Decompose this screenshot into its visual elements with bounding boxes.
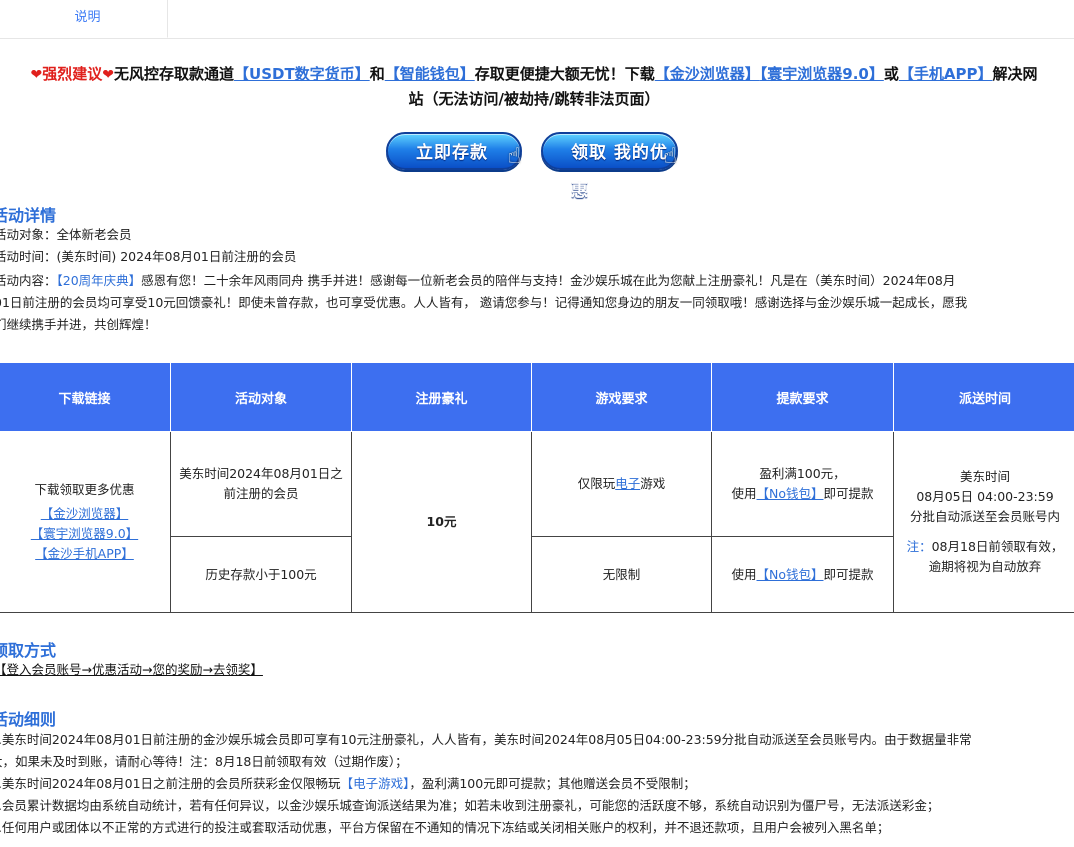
table-header: 派送时间 (893, 362, 1074, 432)
tab-description[interactable]: 说明 (8, 0, 168, 38)
delivery-text: 08月05日 04:00-23:59 (916, 489, 1054, 504)
pointer-hand-icon: ☝ (507, 144, 522, 169)
content-text: 01日前注册的会员均可享受10元回馈豪礼！即使未曾存款，也可享受优惠。人人皆有，… (0, 295, 968, 310)
notice-text: 解决网 (992, 65, 1038, 83)
pointer-hand-icon: ☝ (663, 144, 678, 169)
claim-steps-link[interactable]: 【登入会员账号→优惠活动→您的奖励→去领奖】 (0, 662, 263, 677)
content-label: 活动内容： (0, 273, 57, 288)
details-content: 活动内容：【20周年庆典】感恩有您！二十余年风雨同舟 携手并进！感谢每一位新老会… (0, 270, 1072, 336)
withdraw-text: 盈利满100元， (759, 466, 846, 481)
withdraw-text: 即可提款 (823, 566, 874, 582)
game-text: 仅限玩 (577, 476, 616, 491)
rules-list: 1.美东时间2024年08月01日前注册的金沙娱乐城会员即可享有10元注册豪礼，… (0, 729, 1068, 839)
deposit-now-button[interactable]: 立即存款 ☝ (386, 132, 522, 170)
target-cell: 历史存款小于100元 (170, 536, 352, 613)
details-target: 活动对象：全体新老会员 (0, 227, 132, 242)
mobile-app-link[interactable]: 【手机APP】 (899, 65, 993, 83)
notice-banner: ❤强烈建议❤无风控存取款通道【USDT数字货币】和【智能钱包】存取更便捷大额无忧… (0, 62, 1074, 111)
notice-text: 无风控存取款通道 (114, 65, 235, 83)
huanyu-browser-link[interactable]: 【寰宇浏览器9.0】 (760, 65, 884, 83)
deposit-button-label: 立即存款 (416, 143, 488, 163)
withdraw-text: 使用 (731, 486, 757, 501)
jinsha-browser-link[interactable]: 【金沙浏览器】 (655, 65, 760, 83)
content-text: 们继续携手并进，共创辉煌！ (0, 317, 157, 332)
notice-and: 和 (369, 65, 385, 83)
delivery-cell: 美东时间 08月05日 04:00-23:59 分批自动派送至会员账号内 注：0… (893, 431, 1074, 613)
notice-or: 或 (883, 65, 899, 83)
table-row: 下载领取更多优惠 【金沙浏览器】 【寰宇浏览器9.0】 【金沙手机APP】 美东… (0, 431, 1074, 613)
target-text: 美东时间2024年08月01日之前注册的会员 (179, 466, 343, 501)
download-link-huanyu-browser[interactable]: 【寰宇浏览器9.0】 (31, 526, 138, 541)
electronic-game-link[interactable]: 电子 (615, 476, 640, 491)
content-tag: 【20周年庆典】 (56, 273, 142, 288)
notice-text: 存取更便捷大额无忧！下载 (474, 65, 655, 83)
claim-offer-button[interactable]: 领取 我的优惠 ☝ (541, 132, 678, 201)
heart-icon: ❤ (102, 67, 114, 83)
download-link-mobile-app[interactable]: 【金沙手机APP】 (35, 546, 134, 561)
no-wallet-link[interactable]: 【No钱包】 (757, 567, 824, 582)
delivery-text: 美东时间 (959, 469, 1010, 484)
withdraw-text: 即可提款 (823, 486, 874, 501)
rule-text: 2.美东时间2024年08月01日之前注册的会员所获彩金仅限畅玩 (0, 776, 341, 791)
withdraw-cell: 盈利满100元， 使用【No钱包】即可提款 (711, 431, 894, 537)
rule-item: 1.美东时间2024年08月01日前注册的金沙娱乐城会员即可享有10元注册豪礼，… (0, 732, 972, 747)
withdraw-cell: 使用【No钱包】即可提款 (711, 536, 894, 613)
withdraw-text: 使用 (731, 566, 757, 582)
section-title-rules: 活动细则 (0, 710, 57, 729)
delivery-note: 08月18日前领取有效， (931, 539, 1064, 554)
rule-item: 2.美东时间2024年08月01日之前注册的会员所获彩金仅限畅玩【电子游戏】，盈… (0, 773, 1068, 795)
rule-item: 大，如果未及时到账，请耐心等待！注：8月18日前领取有效（过期作废）； (0, 754, 408, 769)
notice-line2: 站（无法访问/被劫持/跳转非法页面） (408, 90, 660, 108)
activity-table: 下载链接 活动对象 注册豪礼 游戏要求 提款要求 派送时间 下载领取更多优惠 【… (0, 362, 1074, 613)
note-label: 注： (906, 539, 932, 554)
game-text: 游戏 (640, 476, 666, 491)
download-cell: 下载领取更多优惠 【金沙浏览器】 【寰宇浏览器9.0】 【金沙手机APP】 (0, 431, 171, 613)
gift-cell: 10元 (351, 431, 532, 613)
claim-button-label: 领取 我的优惠 (571, 143, 668, 201)
game-cell: 无限制 (531, 536, 712, 613)
table-header: 注册豪礼 (351, 362, 532, 432)
table-header-row: 下载链接 活动对象 注册豪礼 游戏要求 提款要求 派送时间 (0, 362, 1074, 432)
notice-strong: 强烈建议 (42, 65, 103, 83)
rule-item: 4.任何用户或团体以不正常的方式进行的投注或套取活动优惠，平台方保留在不通知的情… (0, 820, 890, 835)
smart-wallet-link[interactable]: 【智能钱包】 (385, 65, 475, 83)
delivery-note: 逾期将视为自动放弃 (928, 559, 1042, 574)
no-wallet-link[interactable]: 【No钱包】 (757, 486, 824, 501)
tab-bar: 说明 (0, 0, 1074, 39)
download-link-jinsha-browser[interactable]: 【金沙浏览器】 (41, 506, 129, 521)
download-text: 下载领取更多优惠 (34, 482, 135, 497)
table-header: 游戏要求 (531, 362, 712, 432)
rule-item: 3.会员累计数据均由系统自动统计，若有任何异议，以金沙娱乐城查询派送结果为准；如… (0, 798, 940, 813)
section-title-details: 活动详情 (0, 206, 57, 225)
table-header: 提款要求 (711, 362, 894, 432)
content-text: 感恩有您！二十余年风雨同舟 携手并进！感谢每一位新老会员的陪伴与支持！金沙娱乐城… (141, 273, 956, 288)
usdt-link[interactable]: 【USDT数字货币】 (234, 65, 370, 83)
electronic-games-link[interactable]: 【电子游戏】 (341, 776, 410, 791)
target-cell: 美东时间2024年08月01日之前注册的会员 (170, 431, 352, 537)
heart-icon: ❤ (30, 67, 43, 83)
rule-text: ，盈利满100元即可提款；其他赠送会员不受限制； (409, 776, 696, 791)
section-title-method: 领取方式 (0, 641, 57, 660)
table-header: 活动对象 (170, 362, 352, 432)
claim-steps: 【登入会员账号→优惠活动→您的奖励→去领奖】 (0, 659, 263, 681)
table-header: 下载链接 (0, 362, 171, 432)
game-cell: 仅限玩电子游戏 (531, 431, 712, 537)
delivery-text: 分批自动派送至会员账号内 (909, 509, 1060, 524)
details-time: 活动时间：(美东时间) 2024年08月01日前注册的会员 (0, 249, 297, 264)
